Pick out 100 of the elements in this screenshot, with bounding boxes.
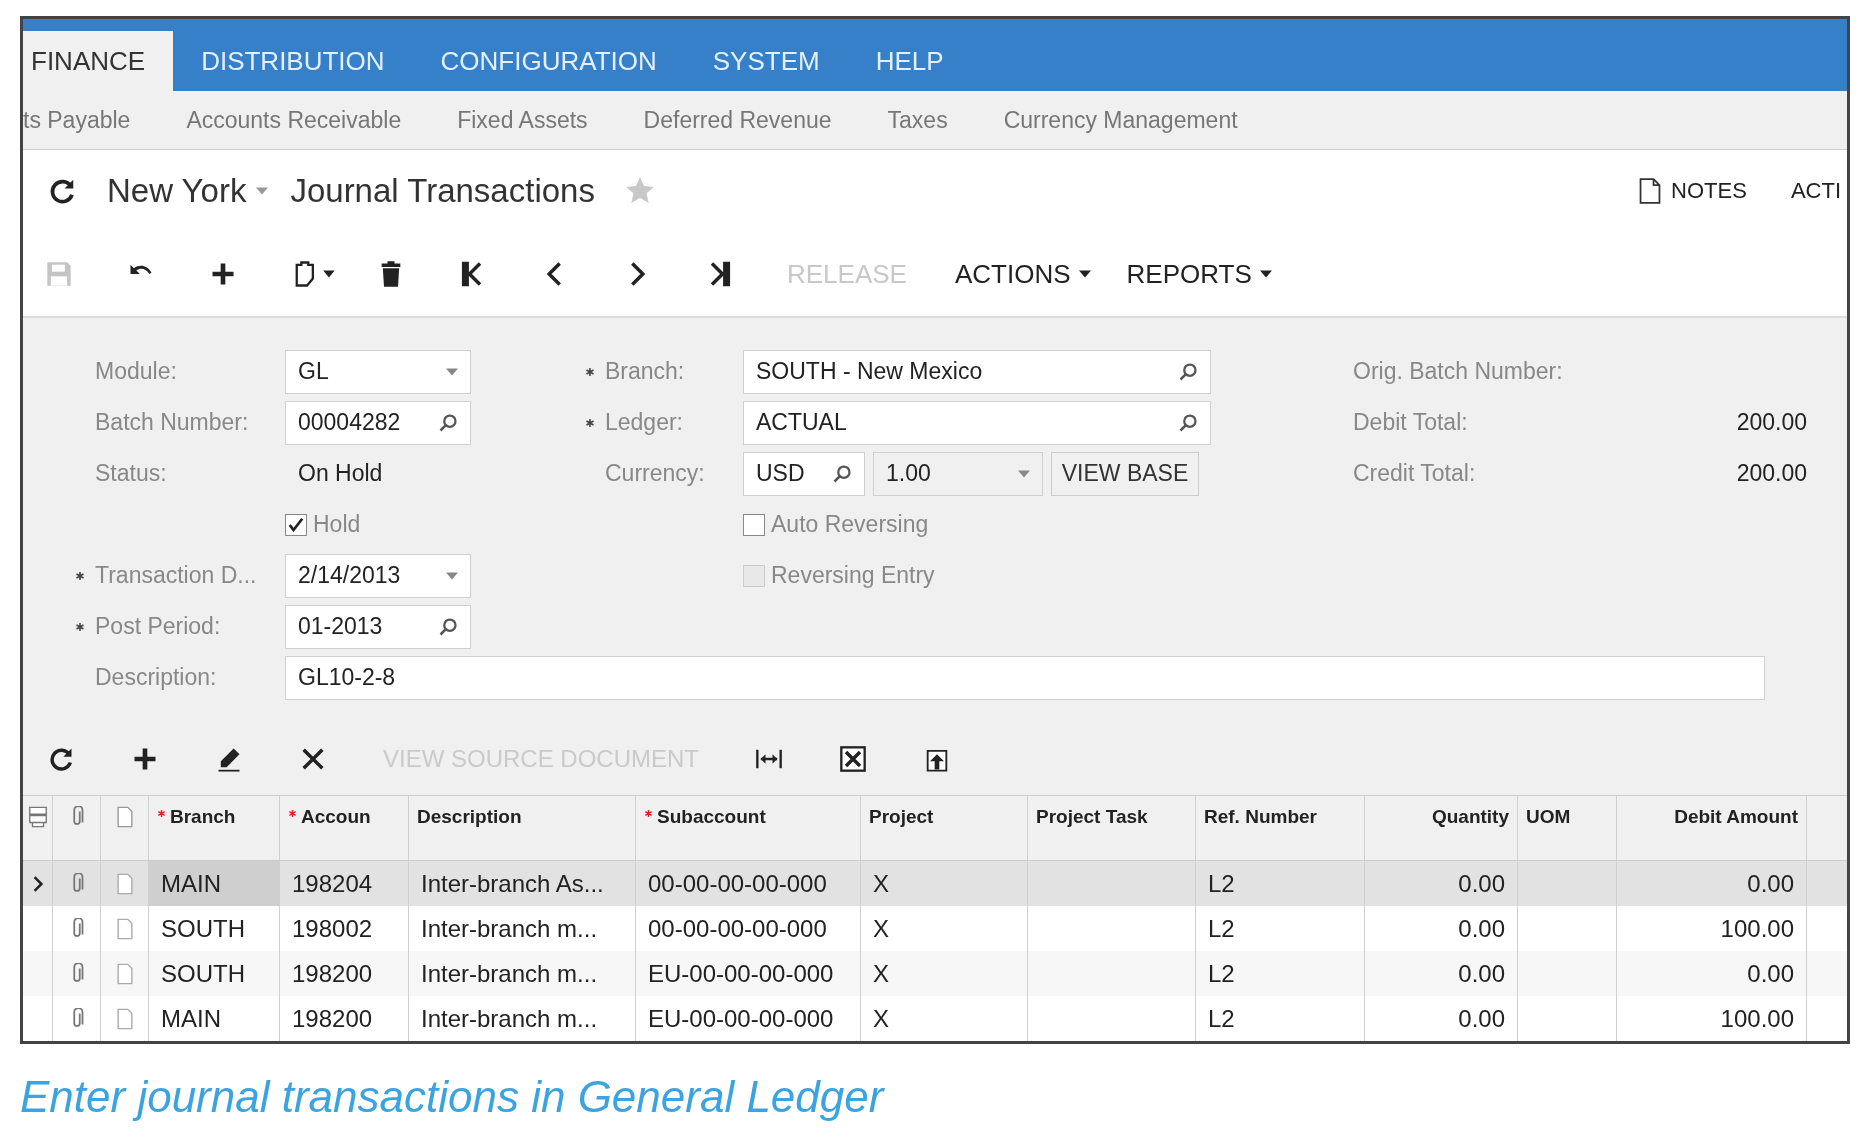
search-icon <box>1178 412 1198 433</box>
lookup-field[interactable]: USD <box>743 451 865 496</box>
table-cell: 0.00 <box>1458 959 1505 988</box>
checkbox-label: Reversing Entry <box>771 562 935 589</box>
field-label: Ledger: <box>605 409 683 436</box>
toolbar-button[interactable]: REPORTS <box>1126 258 1272 290</box>
table-cell: 0.00 <box>1458 914 1505 943</box>
caret-icon <box>1078 270 1091 278</box>
section-link[interactable]: Taxes <box>887 106 948 134</box>
module-tab[interactable]: FINANCE <box>23 31 174 91</box>
rate-dropdown[interactable]: 1.00 <box>873 451 1043 496</box>
caret-icon <box>256 187 269 195</box>
table-row[interactable]: MAIN 198200 Inter-branch m... EU-00-00-00-000 X L2 0.00 100.00 <box>23 996 1847 1041</box>
column-header[interactable]: Quantity <box>1431 806 1509 827</box>
table-cell: X <box>873 869 889 898</box>
table-cell: 0.00 <box>1747 869 1794 898</box>
column-header[interactable]: Debit Amount <box>1674 806 1798 827</box>
field-label: Debit Total: <box>1353 409 1469 436</box>
table-cell: X <box>873 959 889 988</box>
checkbox-label: Auto Reversing <box>771 511 929 538</box>
table-cell: L2 <box>1208 1004 1235 1033</box>
checkbox-label: Hold <box>313 511 361 538</box>
table-cell: 198204 <box>292 869 373 898</box>
description-field[interactable]: GL10-2-8 <box>285 655 1765 700</box>
table-cell: X <box>873 914 889 943</box>
table-cell: Inter-branch m... <box>421 959 598 988</box>
table-cell: MAIN <box>161 1004 221 1033</box>
current-row-icon <box>31 875 44 892</box>
field-label: Module: <box>95 358 177 385</box>
table-cell: Inter-branch m... <box>421 1004 598 1033</box>
field-label: Status: <box>95 460 167 487</box>
column-header[interactable]: UOM <box>1526 806 1571 827</box>
toolbar-button[interactable]: ACTIONS <box>954 258 1091 290</box>
star-icon[interactable] <box>624 176 655 206</box>
column-header[interactable]: Project Task <box>1036 806 1148 827</box>
module-tab[interactable]: SYSTEM <box>684 31 848 91</box>
table-cell: MAIN <box>161 869 221 898</box>
search-icon <box>832 463 852 484</box>
caption: Enter journal transactions in General Ledger <box>20 1072 886 1122</box>
lookup-field[interactable]: ACTUAL <box>743 400 1211 445</box>
screen-title: Journal Transactions <box>290 172 595 210</box>
view-base-button[interactable]: VIEW BASE <box>1051 451 1199 496</box>
checkbox[interactable] <box>285 513 307 536</box>
caret-icon <box>1018 469 1030 478</box>
table-cell: 100.00 <box>1720 914 1794 943</box>
table-cell: 198200 <box>292 959 373 988</box>
table-cell: SOUTH <box>161 914 245 943</box>
grid-settings-icon[interactable] <box>26 806 49 828</box>
caret-icon <box>446 571 458 580</box>
module-tab[interactable]: DISTRIBUTION <box>173 31 413 91</box>
header-link[interactable]: NOTES <box>1671 178 1747 204</box>
field-label: Branch: <box>605 358 685 385</box>
table-cell: L2 <box>1208 959 1235 988</box>
status-value: On Hold <box>297 460 383 487</box>
total-value: 200.00 <box>1735 409 1807 436</box>
section-link[interactable]: Fixed Assets <box>457 106 588 134</box>
caret-icon <box>446 367 458 376</box>
document-icon <box>1639 178 1662 204</box>
location-dropdown[interactable]: New York <box>95 172 273 210</box>
section-link[interactable]: ts Payable <box>23 106 131 134</box>
column-header[interactable]: Accoun <box>288 806 371 827</box>
field-label: Transaction D... <box>95 562 257 589</box>
required-icon <box>157 809 166 818</box>
lookup-field[interactable]: 00004282 <box>285 400 471 445</box>
section-link[interactable]: Deferred Revenue <box>643 106 832 134</box>
table-row[interactable]: SOUTH 198200 Inter-branch m... EU-00-00-00-000 X L2 0.00 0.00 <box>23 951 1847 996</box>
search-icon <box>1178 361 1198 382</box>
section-link[interactable]: Accounts Receivable <box>186 106 402 134</box>
field-label: Description: <box>95 664 217 691</box>
caret-icon <box>1259 270 1272 278</box>
table-cell: Inter-branch As... <box>421 869 604 898</box>
dropdown-field[interactable]: GL <box>285 349 471 394</box>
lookup-field[interactable]: SOUTH - New Mexico <box>743 349 1211 394</box>
column-header[interactable]: Ref. Number <box>1204 806 1317 827</box>
field-label: Credit Total: <box>1353 460 1477 487</box>
dropdown-field[interactable]: 2/14/2013 <box>285 553 471 598</box>
excel-export-icon[interactable] <box>839 745 867 773</box>
header-link[interactable]: ACTI <box>1790 178 1841 204</box>
table-cell: 0.00 <box>1458 869 1505 898</box>
column-header[interactable]: Branch <box>157 806 236 827</box>
table-row[interactable]: MAIN 198204 Inter-branch As... 00-00-00-00-000 X L2 0.00 0.00 <box>23 861 1847 906</box>
module-tab[interactable]: HELP <box>847 31 972 91</box>
field-label: Post Period: <box>95 613 221 640</box>
column-header[interactable]: Project <box>869 806 934 827</box>
checkbox[interactable] <box>743 513 765 536</box>
module-tab[interactable]: CONFIGURATION <box>412 31 685 91</box>
table-cell: 00-00-00-00-000 <box>648 914 827 943</box>
table-cell: 100.00 <box>1720 1004 1794 1033</box>
column-header[interactable]: Subaccount <box>644 806 766 827</box>
field-label: Batch Number: <box>95 409 249 436</box>
column-header[interactable]: Description <box>417 806 522 827</box>
table-row[interactable]: SOUTH 198002 Inter-branch m... 00-00-00-00-000 X L2 0.00 100.00 <box>23 906 1847 951</box>
field-label: Currency: <box>605 460 705 487</box>
lookup-field[interactable]: 01-2013 <box>285 604 471 649</box>
table-cell: EU-00-00-00-000 <box>648 1004 834 1033</box>
section-link[interactable]: Currency Management <box>1003 106 1238 134</box>
field-label: Orig. Batch Number: <box>1353 358 1564 385</box>
table-cell: Inter-branch m... <box>421 914 598 943</box>
search-icon <box>438 412 458 433</box>
table-cell: 0.00 <box>1458 1004 1505 1033</box>
